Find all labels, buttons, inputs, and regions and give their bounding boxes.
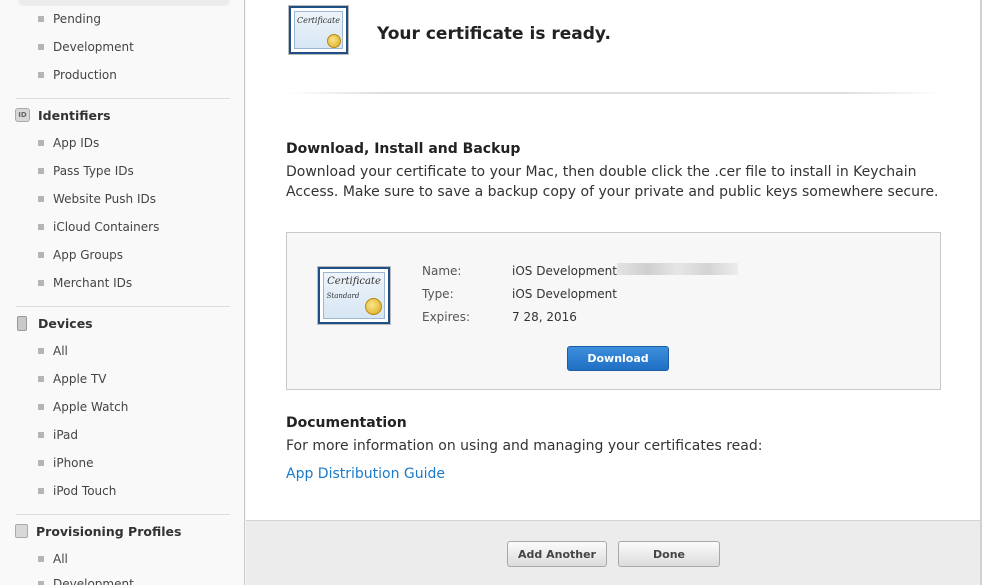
bullet-icon — [38, 280, 44, 286]
download-description-line-2: Access. Make sure to save a backup copy … — [286, 184, 939, 200]
sidebar-item-iphone[interactable]: iPhone — [38, 453, 94, 473]
sidebar-item-all-profiles[interactable]: All — [38, 549, 68, 569]
download-button[interactable]: Download — [567, 346, 669, 371]
bullet-icon — [38, 252, 44, 258]
bullet-icon — [38, 581, 44, 585]
sidebar-item-label: iPod Touch — [53, 484, 117, 498]
name-label: Name: — [422, 264, 462, 278]
app-distribution-guide-link[interactable]: App Distribution Guide — [286, 466, 445, 482]
sidebar-item-label: Pass Type IDs — [53, 164, 134, 178]
sidebar-divider — [16, 306, 230, 307]
bullet-icon — [38, 168, 44, 174]
bullet-icon — [38, 72, 44, 78]
bullet-icon — [38, 556, 44, 562]
sidebar-item-label: Development — [53, 577, 134, 585]
section-title: Devices — [38, 315, 93, 331]
bullet-icon — [38, 196, 44, 202]
section-title: Identifiers — [38, 107, 111, 123]
footer-bar — [246, 520, 980, 585]
sidebar-item-label: iPhone — [53, 456, 94, 470]
sidebar-selected-item[interactable] — [18, 0, 230, 6]
bullet-icon — [38, 44, 44, 50]
redacted-name — [617, 263, 738, 275]
section-title: Provisioning Profiles — [36, 523, 182, 539]
seal-icon — [365, 298, 382, 315]
provisioning-icon — [15, 524, 28, 538]
bullet-icon — [38, 376, 44, 382]
sidebar-section-devices[interactable]: Devices — [15, 312, 93, 334]
type-label: Type: — [422, 287, 454, 301]
bullet-icon — [38, 140, 44, 146]
sidebar-item-icloud-containers[interactable]: iCloud Containers — [38, 217, 159, 237]
sidebar-item-label: Apple Watch — [53, 400, 129, 414]
sidebar-item-label: All — [53, 552, 68, 566]
bullet-icon — [38, 224, 44, 230]
bullet-icon — [38, 488, 44, 494]
sidebar-item-label: Development — [53, 40, 134, 54]
page-title: Your certificate is ready. — [377, 24, 611, 44]
certificate-icon-text: Certificate — [327, 276, 381, 287]
sidebar-item-label: iPad — [53, 428, 79, 442]
bullet-icon — [38, 460, 44, 466]
sidebar-item-merchant-ids[interactable]: Merchant IDs — [38, 273, 132, 293]
bullet-icon — [38, 432, 44, 438]
sidebar-section-identifiers[interactable]: ID Identifiers — [15, 104, 111, 126]
done-button[interactable]: Done — [618, 541, 720, 567]
sidebar-item-pending[interactable]: Pending — [38, 9, 101, 29]
sidebar-item-label: Website Push IDs — [53, 192, 156, 206]
sidebar-item-label: App Groups — [53, 248, 124, 262]
sidebar-item-ipad[interactable]: iPad — [38, 425, 78, 445]
sidebar-item-apple-watch[interactable]: Apple Watch — [38, 397, 128, 417]
sidebar-item-label: Production — [53, 68, 117, 82]
sidebar: Pending Development Production ID Identi… — [0, 0, 245, 585]
sidebar-item-label: iCloud Containers — [53, 220, 160, 234]
sidebar-section-provisioning[interactable]: Provisioning Profiles — [15, 520, 181, 542]
sidebar-item-development-profiles[interactable]: Development — [38, 574, 134, 585]
sidebar-item-label: All — [53, 344, 68, 358]
sidebar-item-ipod-touch[interactable]: iPod Touch — [38, 481, 116, 501]
documentation-text: For more information on using and managi… — [286, 438, 763, 454]
expires-value: 7 28, 2016 — [512, 310, 577, 324]
add-another-button[interactable]: Add Another — [507, 541, 607, 567]
sidebar-item-label: Apple TV — [53, 372, 107, 386]
sidebar-item-label: Pending — [53, 12, 101, 26]
download-heading: Download, Install and Backup — [286, 141, 521, 157]
expires-label: Expires: — [422, 310, 470, 324]
sidebar-divider — [16, 98, 230, 99]
sidebar-item-production[interactable]: Production — [38, 65, 117, 85]
sidebar-item-website-push-ids[interactable]: Website Push IDs — [38, 189, 156, 209]
sidebar-item-app-groups[interactable]: App Groups — [38, 245, 123, 265]
sidebar-item-apple-tv[interactable]: Apple TV — [38, 369, 107, 389]
certificate-icon: Certificate — [289, 6, 348, 54]
id-icon: ID — [15, 108, 30, 122]
seal-icon — [327, 34, 341, 48]
type-value: iOS Development — [512, 287, 617, 301]
certificate-icon-text: Certificate — [297, 16, 340, 25]
sidebar-item-app-ids[interactable]: App IDs — [38, 133, 99, 153]
bullet-icon — [38, 348, 44, 354]
bullet-icon — [38, 16, 44, 22]
sidebar-item-development[interactable]: Development — [38, 37, 134, 57]
sidebar-item-pass-type-ids[interactable]: Pass Type IDs — [38, 161, 134, 181]
certificate-large-icon: Certificate Standard — [318, 267, 390, 324]
documentation-heading: Documentation — [286, 415, 407, 431]
header-divider — [286, 92, 941, 94]
sidebar-item-label: Merchant IDs — [53, 276, 133, 290]
sidebar-item-all-devices[interactable]: All — [38, 341, 68, 361]
download-description-line-1: Download your certificate to your Mac, t… — [286, 164, 917, 180]
bullet-icon — [38, 404, 44, 410]
device-icon — [17, 315, 27, 331]
sidebar-item-label: App IDs — [53, 136, 100, 150]
sidebar-divider — [16, 514, 230, 515]
name-value: iOS Development: — [512, 264, 622, 278]
